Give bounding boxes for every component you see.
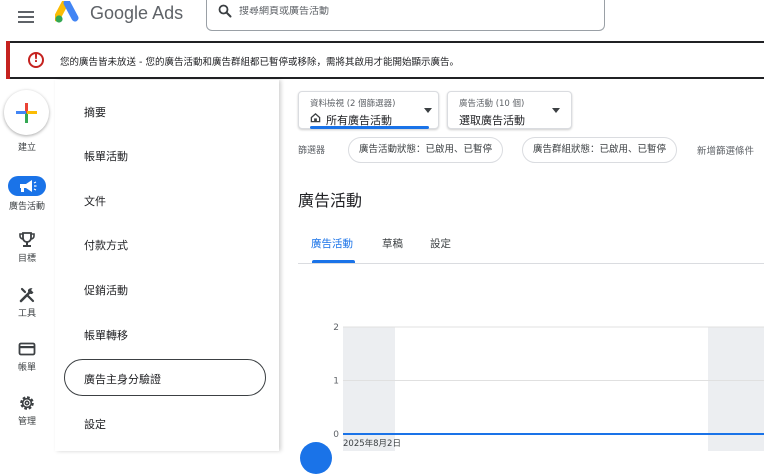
gear-icon — [20, 396, 34, 410]
chart-x-tick-label: 2025年8月2日 — [343, 438, 401, 449]
add-filter-link[interactable]: 新增篩選條件 — [697, 143, 754, 157]
rail-item-billing[interactable]: 帳單 — [0, 340, 54, 373]
rail-label-goals: 目標 — [17, 254, 36, 264]
chart-weekend-band — [708, 327, 764, 451]
tab-campaigns[interactable]: 廣告活動 — [311, 236, 353, 251]
filter-label: 篩選器 — [298, 146, 326, 156]
brand-google: Google — [90, 3, 149, 23]
flyout-item-settings[interactable]: 設定 — [84, 416, 106, 432]
flyout-item-advertiser-verification[interactable]: 廣告主身分驗證 — [84, 371, 161, 387]
filter-chip-campaign-status[interactable]: 廣告活動狀態：已啟用、已暫停 — [348, 137, 504, 163]
rail-item-tools[interactable]: 工具 — [0, 286, 54, 319]
rail-label-admin: 管理 — [17, 417, 36, 427]
campaign-dropdown-value: 選取廣告活動 — [459, 114, 525, 127]
google-ads-logo-icon — [55, 1, 79, 23]
brand-name: Google Ads — [90, 3, 183, 24]
chart-y-tick-label: 2 — [333, 323, 339, 333]
rail-item-create[interactable]: 建立 — [0, 138, 54, 153]
rail-label-create: 建立 — [17, 143, 36, 153]
floating-action-button[interactable] — [300, 442, 332, 474]
chart-weekend-band — [343, 327, 395, 451]
brand-ads: Ads — [152, 3, 184, 23]
create-button[interactable] — [4, 90, 49, 135]
search-input[interactable] — [239, 6, 579, 17]
alert-banner: 您的廣告皆未放送 - 您的廣告活動和廣告群組都已暫停或移除，需將其啟用才能開始顯… — [6, 41, 764, 79]
tabs-divider — [298, 263, 764, 264]
page-title: 廣告活動 — [298, 191, 363, 210]
megaphone-icon — [20, 180, 37, 192]
view-dropdown-caption: 資料檢視 (2 個篩選器) — [310, 99, 396, 109]
billing-flyout-menu: 摘要 帳單活動 文件 付款方式 促銷活動 帳單轉移 廣告主身分驗證 設定 — [55, 80, 279, 451]
search-box[interactable] — [206, 0, 605, 31]
flyout-item-summary[interactable]: 摘要 — [84, 104, 106, 120]
rail-label-tools: 工具 — [17, 309, 36, 319]
flyout-item-payment-methods[interactable]: 付款方式 — [84, 237, 128, 253]
plus-icon — [16, 103, 37, 123]
view-dropdown-underline — [310, 126, 429, 129]
search-icon — [218, 4, 232, 18]
alert-text: 您的廣告皆未放送 - 您的廣告活動和廣告群組都已暫停或移除，需將其啟用才能開始顯… — [60, 57, 459, 68]
chart-y-tick-label: 0 — [333, 430, 339, 440]
home-icon — [310, 112, 321, 123]
chevron-down-icon — [424, 108, 432, 113]
error-icon — [28, 52, 44, 68]
top-bar: Google Ads — [0, 0, 764, 38]
flyout-item-billing-transfer[interactable]: 帳單轉移 — [84, 327, 128, 343]
tab-drafts[interactable]: 草稿 — [382, 236, 403, 251]
hamburger-menu-icon[interactable] — [16, 6, 38, 28]
rail-item-campaigns[interactable]: 廣告活動 — [0, 176, 54, 212]
rail-item-admin[interactable]: 管理 — [0, 394, 54, 427]
tools-icon — [19, 287, 35, 303]
chevron-down-icon — [552, 108, 560, 113]
rail-label-campaigns: 廣告活動 — [8, 202, 45, 212]
flyout-item-billing-activity[interactable]: 帳單活動 — [84, 148, 128, 164]
chart-y-tick-label: 1 — [333, 377, 339, 387]
left-rail: 建立 廣告活動 目標 工具 帳單 管理 — [0, 80, 54, 451]
main-content: 資料檢視 (2 個篩選器) 所有廣告活動 廣告活動 (10 個) 選取廣告活動 … — [280, 80, 764, 451]
performance-chart: 0 1 2 2025年8月2日 — [333, 323, 764, 451]
trophy-icon — [19, 232, 35, 247]
flyout-item-documents[interactable]: 文件 — [84, 193, 106, 209]
campaigns-active-pill — [8, 176, 46, 196]
rail-label-billing: 帳單 — [17, 363, 36, 373]
campaign-dropdown-caption: 廣告活動 (10 個) — [459, 99, 525, 109]
rail-item-goals[interactable]: 目標 — [0, 231, 54, 264]
credit-card-icon — [18, 342, 36, 356]
flyout-item-promotions[interactable]: 促銷活動 — [84, 282, 128, 298]
view-dropdown[interactable]: 資料檢視 (2 個篩選器) 所有廣告活動 — [298, 91, 439, 129]
campaign-dropdown[interactable]: 廣告活動 (10 個) 選取廣告活動 — [447, 91, 572, 129]
tab-settings[interactable]: 設定 — [430, 236, 451, 251]
filter-chip-adgroup-status[interactable]: 廣告群組狀態：已啟用、已暫停 — [522, 137, 678, 163]
